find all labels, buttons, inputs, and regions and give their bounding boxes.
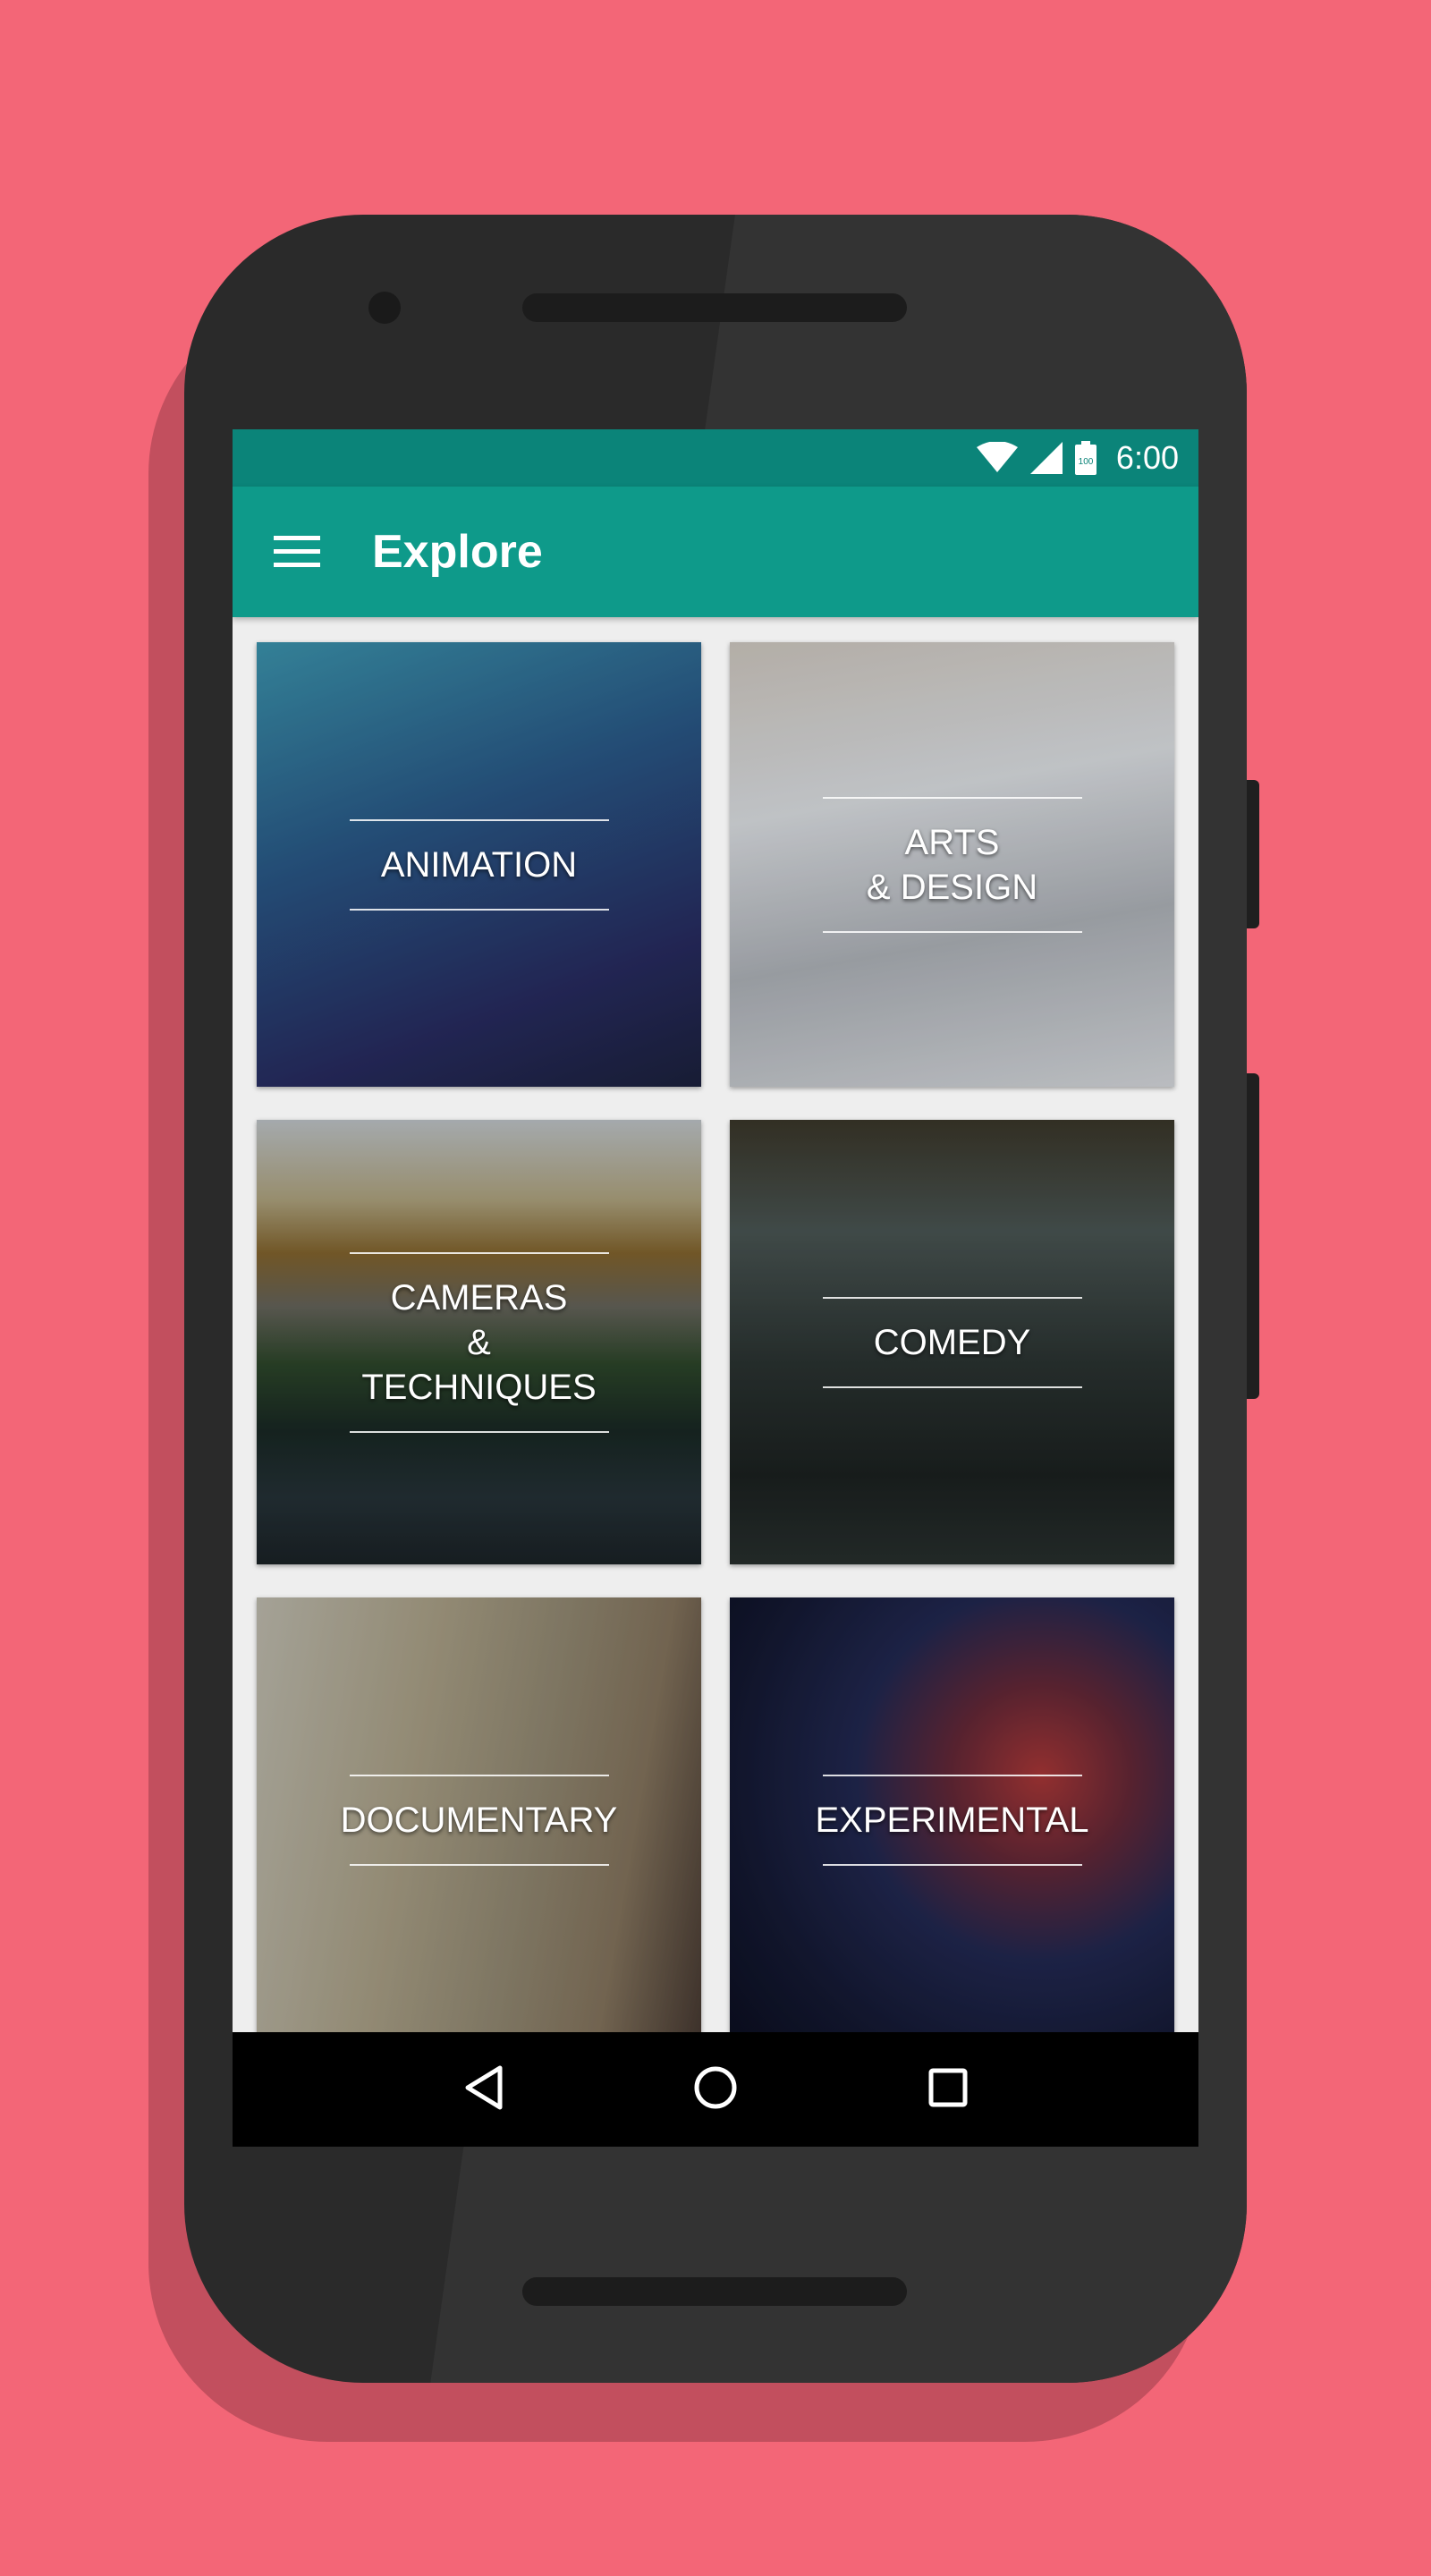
app-bar: Explore xyxy=(233,487,1198,617)
label-rule-bottom xyxy=(349,1863,609,1866)
category-tile-arts-design[interactable]: ARTS & DESIGN xyxy=(730,642,1174,1087)
page-title: Explore xyxy=(372,526,543,578)
status-time: 6:00 xyxy=(1115,439,1179,476)
cell-signal-icon xyxy=(1029,442,1063,474)
status-bar: 100 6:00 xyxy=(233,429,1198,487)
tile-label-wrap: ARTS & DESIGN xyxy=(822,796,1082,933)
tile-label-wrap: ANIMATION xyxy=(349,818,609,911)
front-camera xyxy=(368,292,401,324)
category-tile-cameras-techniques[interactable]: CAMERAS & TECHNIQUES xyxy=(257,1120,701,1564)
tile-label: EXPERIMENTAL xyxy=(815,1800,1089,1840)
tile-label: CAMERAS & TECHNIQUES xyxy=(361,1277,597,1407)
power-button xyxy=(1247,780,1259,928)
top-speaker xyxy=(522,293,907,322)
back-button[interactable] xyxy=(429,2036,537,2143)
tile-label-wrap: COMEDY xyxy=(822,1296,1082,1388)
label-rule-bottom xyxy=(349,1430,609,1433)
category-tile-animation[interactable]: ANIMATION xyxy=(257,642,701,1087)
category-tile-experimental[interactable]: EXPERIMENTAL xyxy=(730,1597,1174,2042)
bottom-speaker xyxy=(522,2277,907,2306)
tile-label-wrap: EXPERIMENTAL xyxy=(816,1774,1089,1866)
label-rule-bottom xyxy=(822,1385,1082,1388)
category-grid: ANIMATION ARTS & DESIGN CAMERAS & TECHNI… xyxy=(257,642,1174,2042)
tile-label-wrap: DOCUMENTARY xyxy=(341,1774,617,1866)
wifi-icon xyxy=(976,442,1018,474)
label-rule-bottom xyxy=(349,908,609,911)
label-rule-bottom xyxy=(822,930,1082,933)
recents-button[interactable] xyxy=(894,2036,1002,2143)
battery-icon: 100 xyxy=(1074,441,1097,475)
tile-label: DOCUMENTARY xyxy=(340,1800,618,1840)
volume-button xyxy=(1247,1073,1259,1399)
tile-label: ANIMATION xyxy=(380,844,578,885)
tile-label: COMEDY xyxy=(873,1322,1031,1362)
hamburger-menu-icon xyxy=(274,534,320,570)
tile-label: ARTS & DESIGN xyxy=(866,822,1038,907)
navigation-bar xyxy=(233,2032,1198,2147)
home-icon xyxy=(692,2064,739,2115)
category-tile-documentary[interactable]: DOCUMENTARY xyxy=(257,1597,701,2042)
svg-text:100: 100 xyxy=(1079,457,1094,467)
label-rule-bottom xyxy=(822,1863,1082,1866)
back-icon xyxy=(462,2064,504,2115)
recents-icon xyxy=(927,2067,969,2113)
menu-button[interactable] xyxy=(233,487,361,617)
home-button[interactable] xyxy=(662,2036,769,2143)
category-tile-comedy[interactable]: COMEDY xyxy=(730,1120,1174,1564)
screen: 100 6:00 Explore ANIMATION ARTS & DESIGN… xyxy=(233,429,1198,2147)
tile-label-wrap: CAMERAS & TECHNIQUES xyxy=(349,1251,609,1433)
